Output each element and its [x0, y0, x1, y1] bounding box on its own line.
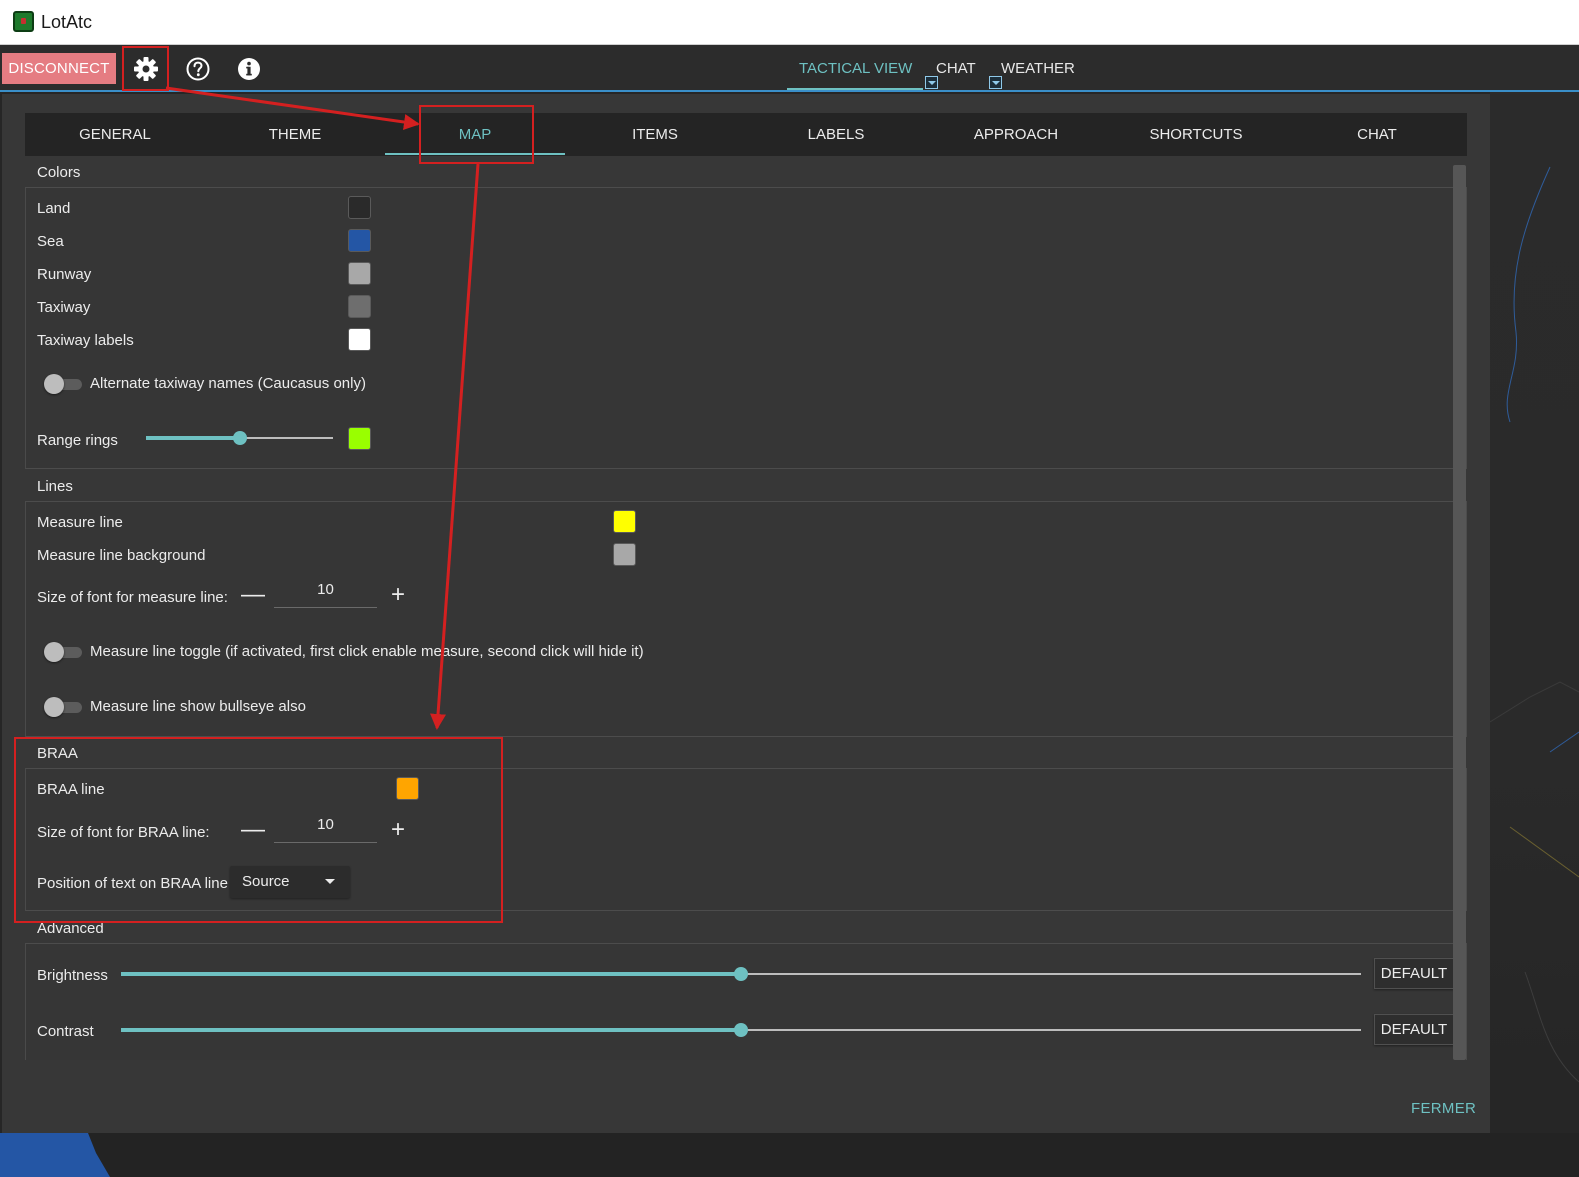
- contrast-slider[interactable]: [121, 1023, 1361, 1037]
- measure-font-size-label: Size of font for measure line:: [37, 589, 228, 606]
- taxiway-color-swatch[interactable]: [348, 295, 371, 318]
- toggle-knob: [44, 697, 64, 717]
- brightness-slider[interactable]: [121, 967, 1361, 981]
- measure-font-size-value[interactable]: 10: [274, 581, 377, 608]
- info-icon[interactable]: [234, 54, 264, 84]
- help-icon[interactable]: [183, 54, 213, 84]
- runway-color-swatch[interactable]: [348, 262, 371, 285]
- lotatc-app-icon: [13, 11, 34, 32]
- range-rings-color-swatch[interactable]: [348, 427, 371, 450]
- taxiway-labels-label: Taxiway labels: [37, 332, 134, 349]
- annotation-gear-highlight: [122, 46, 169, 91]
- land-label: Land: [37, 200, 71, 217]
- lines-group: Measure line Measure line background Siz…: [25, 501, 1467, 737]
- settings-tab-shortcuts[interactable]: SHORTCUTS: [1106, 113, 1286, 156]
- taxiway-labels-color-swatch[interactable]: [348, 328, 371, 351]
- range-rings-label: Range rings: [37, 432, 118, 449]
- measure-line-color-swatch[interactable]: [613, 510, 636, 533]
- contrast-default-button[interactable]: DEFAULT: [1374, 1014, 1454, 1045]
- brightness-label: Brightness: [37, 967, 108, 984]
- tab-weather[interactable]: WEATHER: [1001, 60, 1075, 77]
- main-toolbar: DISCONNECT TACTICAL VIEW CHAT WEATHER: [0, 45, 1579, 92]
- slider-thumb[interactable]: [232, 431, 247, 445]
- measure-line-label: Measure line: [37, 514, 123, 531]
- chat-detach-icon[interactable]: [925, 76, 938, 89]
- measure-font-decrease-button[interactable]: —: [241, 583, 265, 607]
- bullseye-toggle-switch[interactable]: [44, 697, 82, 717]
- tab-tactical-view[interactable]: TACTICAL VIEW: [799, 60, 912, 77]
- alternate-taxiway-label: Alternate taxiway names (Caucasus only): [90, 375, 366, 392]
- tactical-map-bottom: [0, 1133, 1579, 1177]
- measure-line-background-label: Measure line background: [37, 547, 206, 564]
- map-settings-content[interactable]: Colors Land Sea Runway Taxiway Taxiway l…: [25, 156, 1467, 1060]
- disconnect-button[interactable]: DISCONNECT: [2, 53, 116, 84]
- tab-chat[interactable]: CHAT: [936, 60, 976, 77]
- sea-color-swatch[interactable]: [348, 229, 371, 252]
- settings-tab-approach[interactable]: APPROACH: [926, 113, 1106, 156]
- contrast-label: Contrast: [37, 1023, 94, 1040]
- toggle-knob: [44, 642, 64, 662]
- settings-tab-general[interactable]: GENERAL: [25, 113, 205, 156]
- alternate-taxiway-toggle[interactable]: [44, 374, 82, 394]
- settings-scrollbar[interactable]: [1453, 165, 1466, 1060]
- land-color-swatch[interactable]: [348, 196, 371, 219]
- brightness-default-button[interactable]: DEFAULT: [1374, 958, 1454, 989]
- slider-fill: [146, 436, 240, 440]
- measure-line-background-swatch[interactable]: [613, 543, 636, 566]
- slider-fill: [121, 1028, 741, 1032]
- annotation-map-tab-highlight: [419, 105, 534, 164]
- taxiway-label: Taxiway: [37, 299, 91, 316]
- slider-thumb[interactable]: [734, 967, 748, 981]
- settings-tab-bar: GENERAL THEME MAP ITEMS LABELS APPROACH …: [25, 113, 1467, 156]
- slider-thumb[interactable]: [734, 1023, 748, 1037]
- settings-tab-chat[interactable]: CHAT: [1287, 113, 1467, 156]
- window-title: LotAtc: [41, 12, 93, 32]
- toggle-knob: [44, 374, 64, 394]
- tactical-map-background: [1489, 92, 1579, 1177]
- settings-tab-items[interactable]: ITEMS: [565, 113, 745, 156]
- active-tab-indicator: [787, 88, 923, 90]
- slider-fill: [121, 972, 741, 976]
- colors-section-title: Colors: [37, 164, 81, 181]
- sea-label: Sea: [37, 233, 64, 250]
- settings-tab-theme[interactable]: THEME: [205, 113, 385, 156]
- measure-line-toggle-label: Measure line toggle (if activated, first…: [90, 643, 644, 660]
- runway-label: Runway: [37, 266, 92, 283]
- measure-line-toggle-switch[interactable]: [44, 642, 82, 662]
- measure-font-increase-button[interactable]: +: [388, 583, 408, 607]
- lines-section-title: Lines: [37, 478, 73, 495]
- weather-detach-icon[interactable]: [989, 76, 1002, 89]
- settings-tab-labels[interactable]: LABELS: [746, 113, 926, 156]
- colors-group: Land Sea Runway Taxiway Taxiway labels A…: [25, 187, 1467, 469]
- bullseye-label: Measure line show bullseye also: [90, 698, 306, 715]
- range-rings-slider[interactable]: [146, 431, 333, 445]
- window-titlebar: LotAtc: [0, 0, 1579, 45]
- advanced-group: Brightness DEFAULT Contrast DEFAULT: [25, 943, 1467, 1060]
- close-button[interactable]: FERMER: [1411, 1100, 1476, 1117]
- annotation-braa-highlight: [14, 737, 503, 923]
